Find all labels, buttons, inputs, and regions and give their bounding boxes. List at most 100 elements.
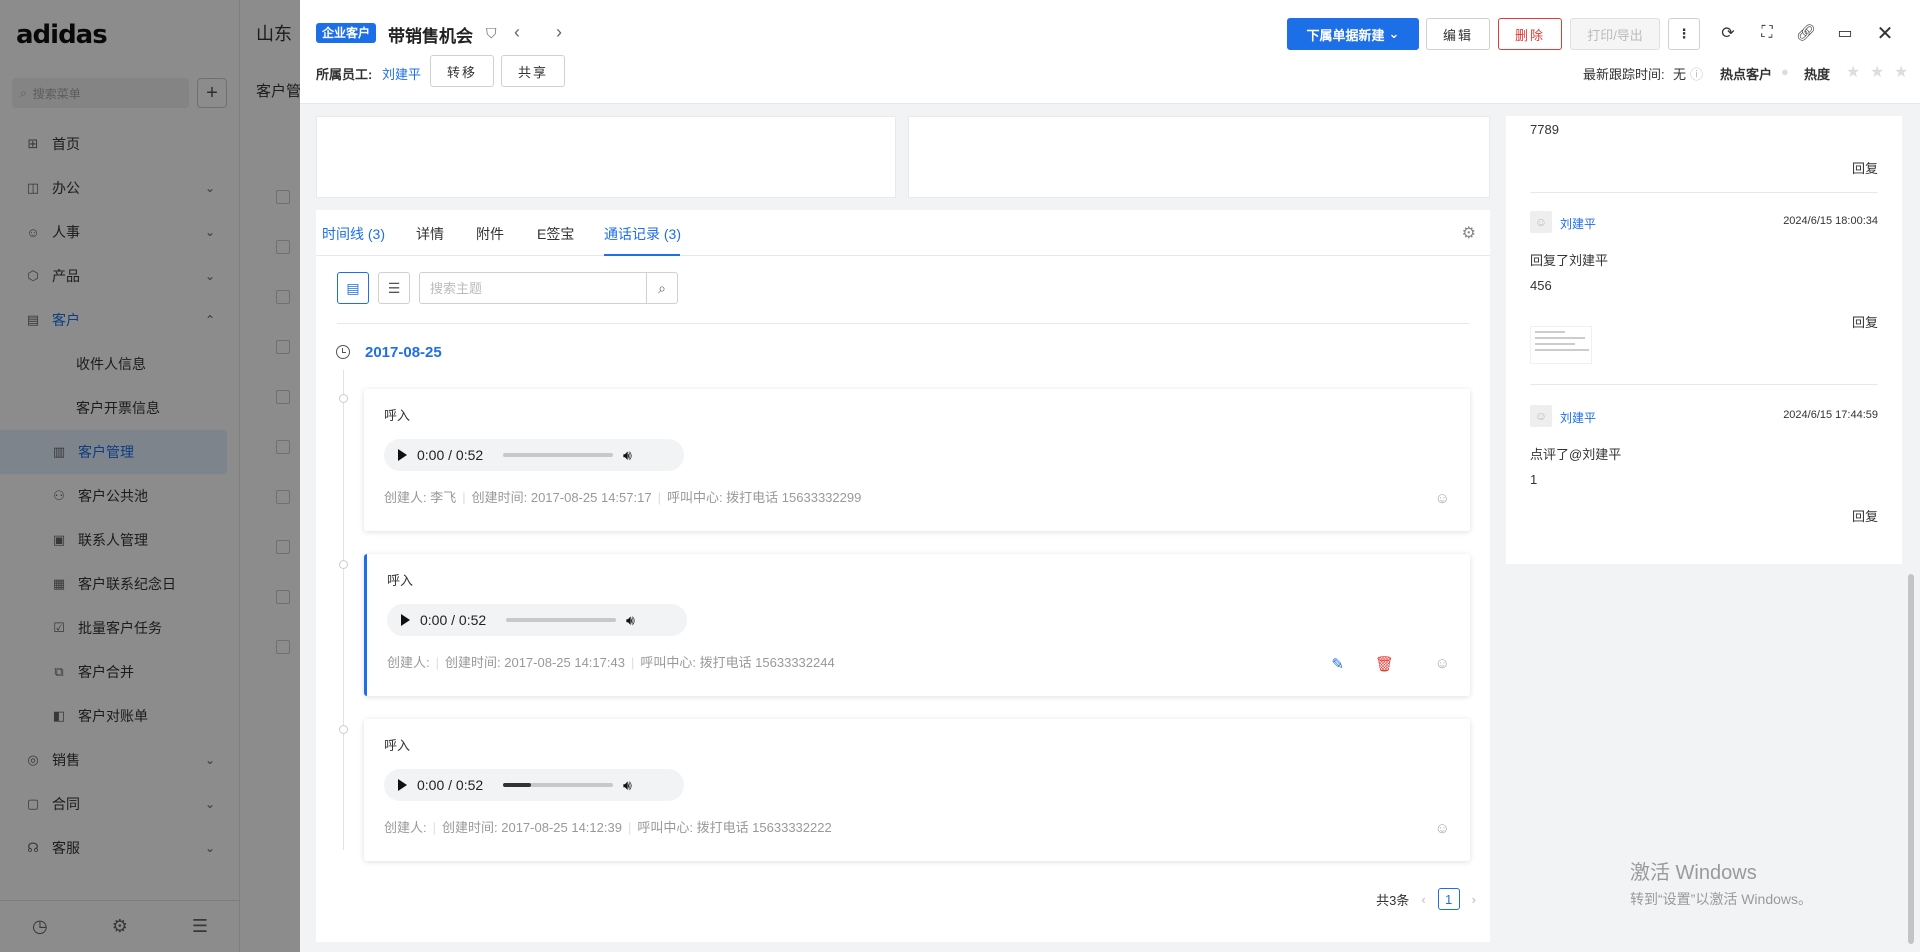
owner-label: 所属员工: [316,67,373,82]
shield-icon[interactable]: ⛉ [486,25,497,42]
avatar: ☺ [1530,211,1552,233]
tab-timeline[interactable]: 时间线 (3) [322,224,385,244]
volume-icon[interactable]: 🔊︎ [626,612,635,629]
list-view-icon: ☰ [387,279,401,296]
summary-card-right [908,116,1490,198]
call-record-card-selected[interactable]: 呼入 0:00 / 0:52 🔊︎ 创建人: | 创建时间: 2017-08-25 … [364,554,1470,696]
subordinate-create-button[interactable]: 下属单据新建 ⌄ [1287,18,1419,50]
comment-icon[interactable]: ☺ [1435,655,1450,672]
delete-button[interactable]: 删除 [1498,18,1562,50]
print-export-button[interactable]: 打印/导出 [1570,18,1660,50]
attachment-thumbnail[interactable] [1530,326,1592,364]
last-track-label: 最新跟踪时间: [1583,67,1665,82]
audio-time: 0:00 / 0:52 [417,447,484,463]
link-icon[interactable]: 🔗︎ [1795,22,1817,44]
detail-drawer: 企业客户 带销售机会 ⛉ ‹ › 所属员工: 刘建平 转移 共享 下属单据新建 … [300,0,1920,952]
audio-progress[interactable] [503,453,613,457]
comment-icon[interactable]: ☺ [1435,490,1450,507]
divider [1530,192,1878,193]
windows-activation-watermark: 激活 Windows 转到“设置”以激活 Windows。 [1630,856,1812,909]
minimize-panel-icon[interactable]: ▭ [1834,22,1856,44]
reply-link[interactable]: 回复 [1852,506,1878,525]
comment-user[interactable]: 刘建平 [1560,409,1596,426]
audio-player[interactable]: 0:00 / 0:52 🔊︎ [387,604,687,636]
next-page-icon[interactable]: › [1472,892,1476,907]
reply-link[interactable]: 回复 [1852,312,1878,331]
edit-icon[interactable]: ✎ [1331,655,1344,673]
call-type: 呼入 [384,738,411,753]
call-center-info: 呼叫中心: 拨打电话 15633332299 [666,490,862,505]
call-creator: 创建人: [387,655,430,670]
reply-link[interactable]: 回复 [1852,158,1878,177]
share-button[interactable]: 共享 [501,55,565,87]
owner-name-link[interactable]: 刘建平 [382,64,421,83]
customer-type-tag: 企业客户 [316,23,377,43]
active-tab-indicator [604,254,680,256]
clock-icon [336,345,350,359]
list-view-toggle[interactable]: ☰ [378,272,410,304]
comment-content: 1 [1530,472,1538,487]
more-icon[interactable]: ⋮ [1668,18,1700,50]
call-creator: 创建人: [384,820,427,835]
next-record-icon[interactable]: › [556,22,562,43]
edit-button[interactable]: 编辑 [1426,18,1490,50]
meta-separator: | [627,820,632,835]
comment-content: 456 [1530,278,1552,293]
page-number[interactable]: 1 [1437,888,1460,910]
summary-card-left [316,116,896,198]
gear-icon[interactable]: ⚙ [1462,223,1476,243]
call-record-card[interactable]: 呼入 0:00 / 0:52 🔊︎ 创建人: 李飞 | 创建时间: 2017-08-… [364,389,1470,531]
play-icon[interactable] [398,779,407,791]
divider [1530,384,1878,385]
star-icon[interactable]: ★ [1846,62,1860,82]
call-meta: 创建人: | 创建时间: 2017-08-25 14:17:43 | 呼叫中心: 拨打电… [387,652,835,671]
volume-icon[interactable]: 🔊︎ [623,777,632,794]
star-icon[interactable]: ★ [1870,62,1884,82]
hot-toggle[interactable]: ● [1781,64,1789,79]
volume-icon[interactable]: 🔊︎ [623,447,632,464]
call-meta: 创建人: 李飞 | 创建时间: 2017-08-25 14:57:17 | 呼叫中心: … [384,487,861,506]
call-type: 呼入 [384,408,411,423]
timeline-view-toggle[interactable]: ▤ [337,272,369,304]
comment-icon[interactable]: ☺ [1435,820,1450,837]
call-record-card[interactable]: 呼入 0:00 / 0:52 🔊︎ 创建人: | 创建时间: 2017-08-25 … [364,719,1470,861]
prev-record-icon[interactable]: ‹ [514,22,520,43]
audio-player[interactable]: 0:00 / 0:52 🔊︎ [384,439,684,471]
audio-progress[interactable] [503,783,613,787]
tab-details[interactable]: 详情 [416,224,444,244]
audio-progress-fill [503,783,531,787]
comment-time: 2024/6/15 18:00:34 [1783,215,1878,227]
refresh-icon[interactable]: ⟳ [1717,22,1739,44]
scrollbar[interactable] [1908,574,1914,944]
search-input[interactable] [419,272,647,304]
tab-attachments[interactable]: 附件 [476,224,504,244]
comment-action: 点评了@刘建平 [1530,447,1622,462]
comments-panel: 7789 回复 ☺ 刘建平 2024/6/15 18:00:34 回复了刘建平 … [1506,116,1902,564]
tab-esign[interactable]: E签宝 [537,224,574,244]
timeline-view-icon: ▤ [346,279,360,296]
delete-icon[interactable]: 🗑︎ [1375,655,1394,673]
watermark-line1: 激活 Windows [1630,862,1757,884]
timeline-dot [339,560,348,569]
meta-separator: | [462,490,466,505]
close-icon[interactable]: ✕ [1874,22,1896,45]
transfer-button[interactable]: 转移 [430,55,494,87]
help-icon[interactable]: ⓘ [1690,64,1703,83]
tab-call-records[interactable]: 通话记录 (3) [604,224,681,244]
prev-page-icon[interactable]: ‹ [1421,892,1425,907]
timeline-dot [339,725,348,734]
audio-progress[interactable] [506,618,616,622]
star-icon[interactable]: ★ [1894,62,1908,82]
last-track-value: 无 [1673,67,1687,82]
meta-separator: | [657,490,661,505]
tabs-card: 时间线 (3) 详情 附件 E签宝 通话记录 (3) ⚙ ▤ ☰ ⌕ 2017-… [316,210,1490,942]
search-button[interactable]: ⌕ [646,272,678,304]
fullscreen-icon[interactable]: ⛶ [1756,22,1778,44]
audio-player[interactable]: 0:00 / 0:52 🔊︎ [384,769,684,801]
timeline-line [343,370,344,850]
play-icon[interactable] [398,449,407,461]
play-icon[interactable] [401,614,410,626]
meta-separator: | [432,820,437,835]
comment-user[interactable]: 刘建平 [1560,215,1596,232]
heat-label: 热度 [1804,67,1831,82]
